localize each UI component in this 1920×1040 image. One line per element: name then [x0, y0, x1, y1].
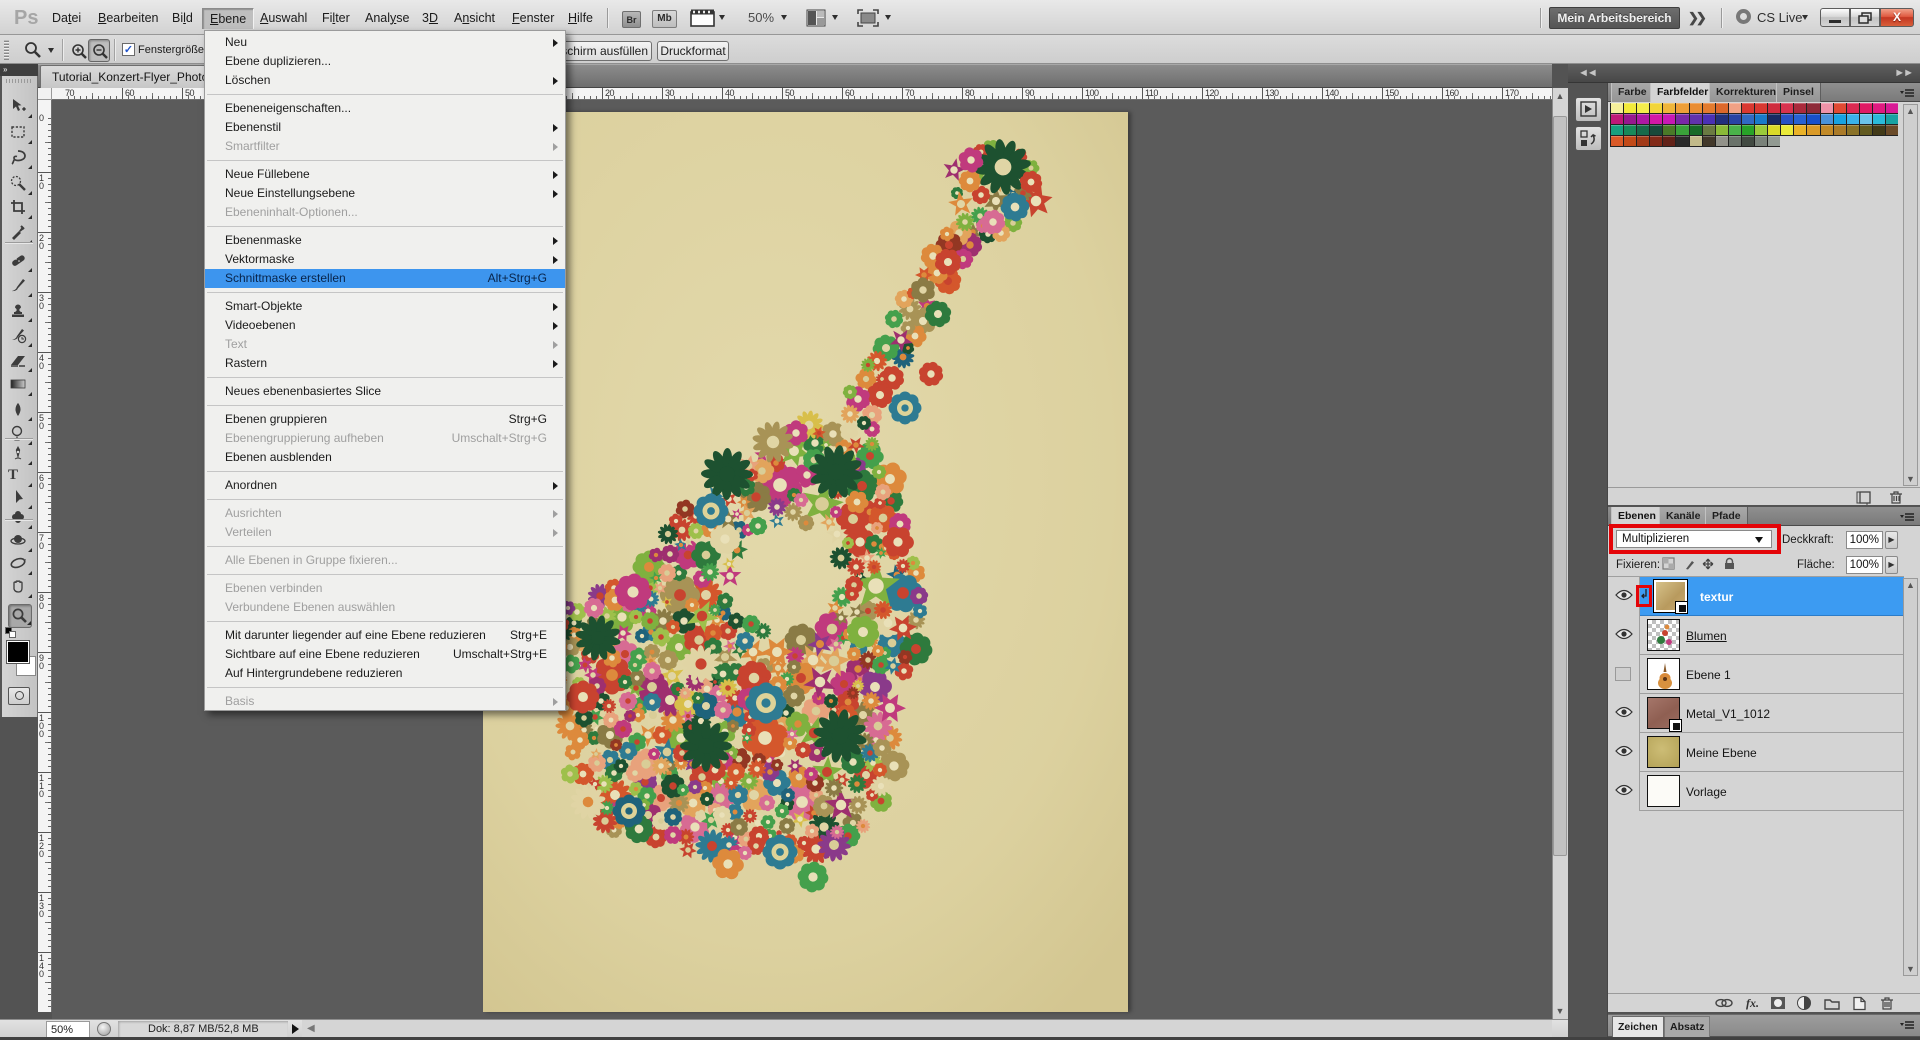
svg-text:fx.: fx.	[1746, 996, 1759, 1010]
